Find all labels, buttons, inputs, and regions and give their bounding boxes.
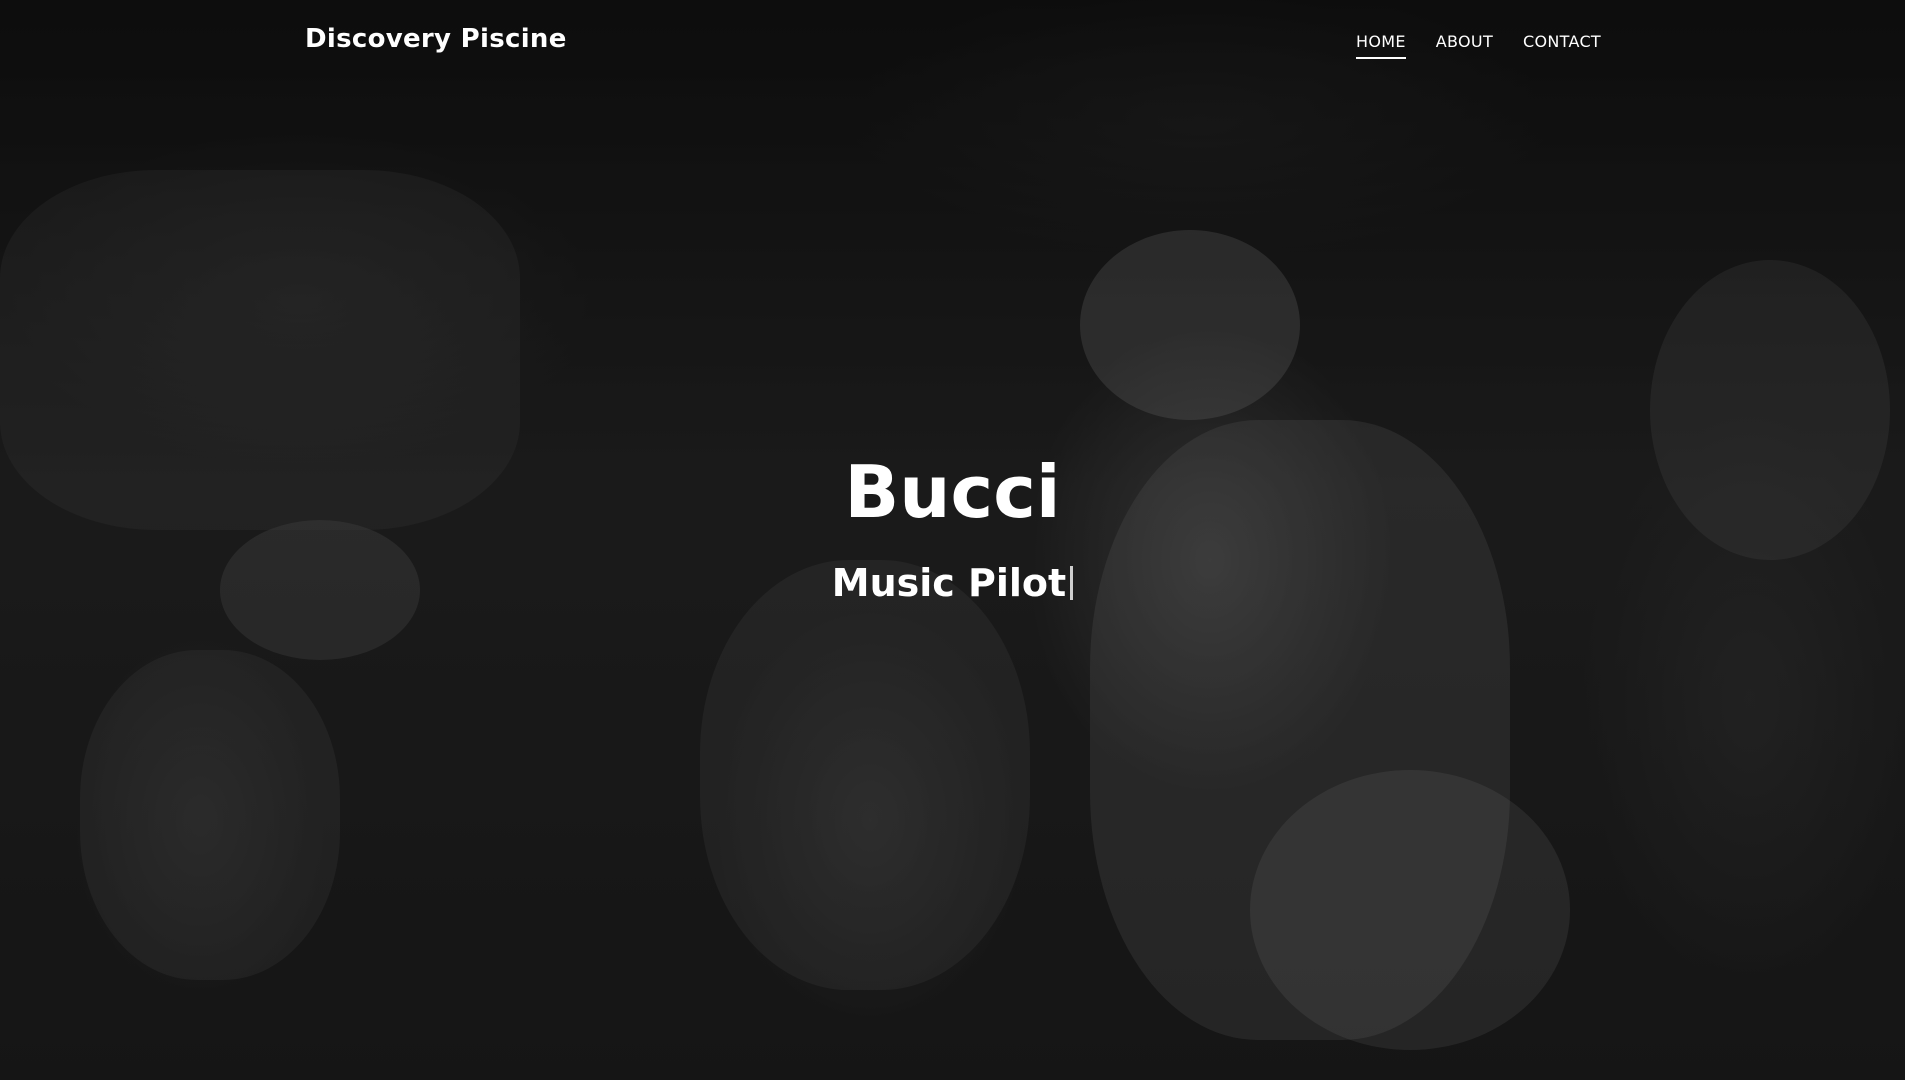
hero-section: Discovery Piscine HOME ABOUT CONTACT Buc…	[0, 0, 1905, 1080]
hero-title: Bucci	[844, 450, 1061, 534]
nav-link-home[interactable]: HOME	[1356, 32, 1406, 59]
hero-subtitle-line: Music Pilot	[0, 558, 1905, 608]
nav-item-contact: CONTACT	[1523, 32, 1601, 59]
top-navbar: Discovery Piscine HOME ABOUT CONTACT	[0, 0, 1905, 84]
nav-link-about[interactable]: ABOUT	[1436, 32, 1493, 57]
nav-menu: HOME ABOUT CONTACT	[1356, 32, 1601, 59]
typing-cursor	[1070, 566, 1074, 600]
nav-link-contact[interactable]: CONTACT	[1523, 32, 1601, 57]
nav-item-home: HOME	[1356, 32, 1406, 59]
hero-subtitle: Music Pilot	[831, 561, 1067, 605]
nav-item-about: ABOUT	[1436, 32, 1493, 59]
brand-logo-link[interactable]: Discovery Piscine	[305, 24, 567, 54]
hero-content: Bucci Music Pilot	[0, 448, 1905, 608]
